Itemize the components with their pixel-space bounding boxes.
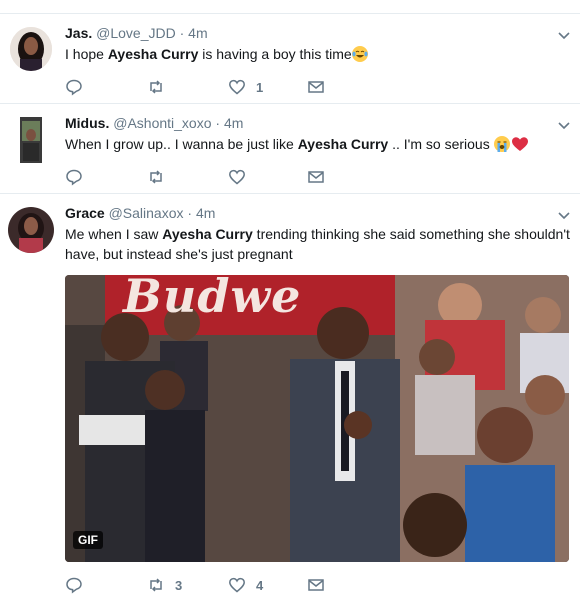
retweet-icon bbox=[150, 170, 162, 184]
retweet-button[interactable] bbox=[147, 77, 175, 97]
reply-button[interactable] bbox=[65, 77, 93, 97]
retweet-count: 3 bbox=[175, 577, 183, 593]
username[interactable]: @Ashonti_xoxo bbox=[113, 115, 211, 131]
tweet-actions bbox=[65, 167, 545, 187]
avatar[interactable] bbox=[10, 27, 52, 71]
heart-icon bbox=[229, 79, 245, 95]
retweet-icon bbox=[150, 80, 162, 94]
tweet-text: Me when I saw Ayesha Curry trending thin… bbox=[65, 226, 570, 262]
direct-message-button[interactable] bbox=[307, 77, 325, 97]
timestamp[interactable]: · 4m bbox=[215, 115, 243, 131]
chevron-down-icon[interactable] bbox=[556, 207, 572, 223]
display-name[interactable]: Jas. bbox=[65, 25, 92, 41]
tweet-text: When I grow up.. I wanna be just like Ay… bbox=[65, 134, 565, 154]
reply-button[interactable] bbox=[65, 575, 93, 595]
chevron-down-icon[interactable] bbox=[556, 117, 572, 133]
like-button[interactable]: 1 bbox=[228, 77, 263, 97]
gif-banner-text: Budwe bbox=[123, 275, 302, 323]
envelope-icon bbox=[308, 579, 324, 591]
retweet-icon bbox=[150, 578, 162, 592]
tweet-actions: 1 bbox=[65, 77, 545, 97]
direct-message-button[interactable] bbox=[307, 575, 325, 595]
avatar[interactable] bbox=[8, 207, 54, 253]
tweet-actions: 3 4 bbox=[65, 575, 545, 595]
heart-icon bbox=[229, 577, 245, 593]
hashtag-term[interactable]: Ayesha Curry bbox=[108, 46, 199, 62]
tweet-text: I hope Ayesha Curry is having a boy this… bbox=[65, 44, 565, 64]
username[interactable]: @Love_JDD bbox=[96, 25, 176, 41]
timestamp[interactable]: · 4m bbox=[187, 205, 215, 221]
like-count: 1 bbox=[256, 79, 264, 95]
reply-icon bbox=[66, 169, 82, 186]
loudly-crying-emoji bbox=[493, 136, 510, 152]
direct-message-button[interactable] bbox=[307, 167, 325, 187]
reply-icon bbox=[66, 577, 82, 594]
tweet-2[interactable]: Midus. @Ashonti_xoxo · 4m When I grow up… bbox=[0, 103, 580, 194]
like-count: 4 bbox=[256, 577, 264, 593]
hashtag-term[interactable]: Ayesha Curry bbox=[298, 136, 389, 152]
display-name[interactable]: Midus. bbox=[65, 115, 109, 131]
retweet-button[interactable] bbox=[147, 167, 175, 187]
heart-icon bbox=[229, 169, 245, 185]
timestamp[interactable]: · 4m bbox=[180, 25, 208, 41]
retweet-button[interactable]: 3 bbox=[147, 575, 182, 595]
reply-icon bbox=[66, 79, 82, 96]
red-heart-emoji bbox=[511, 137, 528, 151]
username[interactable]: @Salinaxox bbox=[109, 205, 184, 221]
tweet-header: Jas. @Love_JDD · 4m bbox=[65, 25, 208, 41]
gif-badge: GIF bbox=[73, 531, 103, 549]
avatar[interactable] bbox=[20, 117, 42, 163]
tears-of-joy-emoji bbox=[351, 46, 368, 62]
gif-media[interactable]: Budwe GIF bbox=[65, 275, 569, 562]
display-name[interactable]: Grace bbox=[65, 205, 105, 221]
like-button[interactable]: 4 bbox=[228, 575, 263, 595]
tweet-1[interactable]: Jas. @Love_JDD · 4m I hope Ayesha Curry … bbox=[0, 13, 580, 104]
chevron-down-icon[interactable] bbox=[556, 27, 572, 43]
hashtag-term[interactable]: Ayesha Curry bbox=[162, 226, 253, 242]
tweet-3[interactable]: Grace @Salinaxox · 4m Me when I saw Ayes… bbox=[0, 193, 580, 594]
tweet-header: Midus. @Ashonti_xoxo · 4m bbox=[65, 115, 243, 131]
envelope-icon bbox=[308, 81, 324, 93]
tweet-header: Grace @Salinaxox · 4m bbox=[65, 205, 215, 221]
envelope-icon bbox=[308, 171, 324, 183]
reply-button[interactable] bbox=[65, 167, 93, 187]
like-button[interactable] bbox=[228, 167, 256, 187]
